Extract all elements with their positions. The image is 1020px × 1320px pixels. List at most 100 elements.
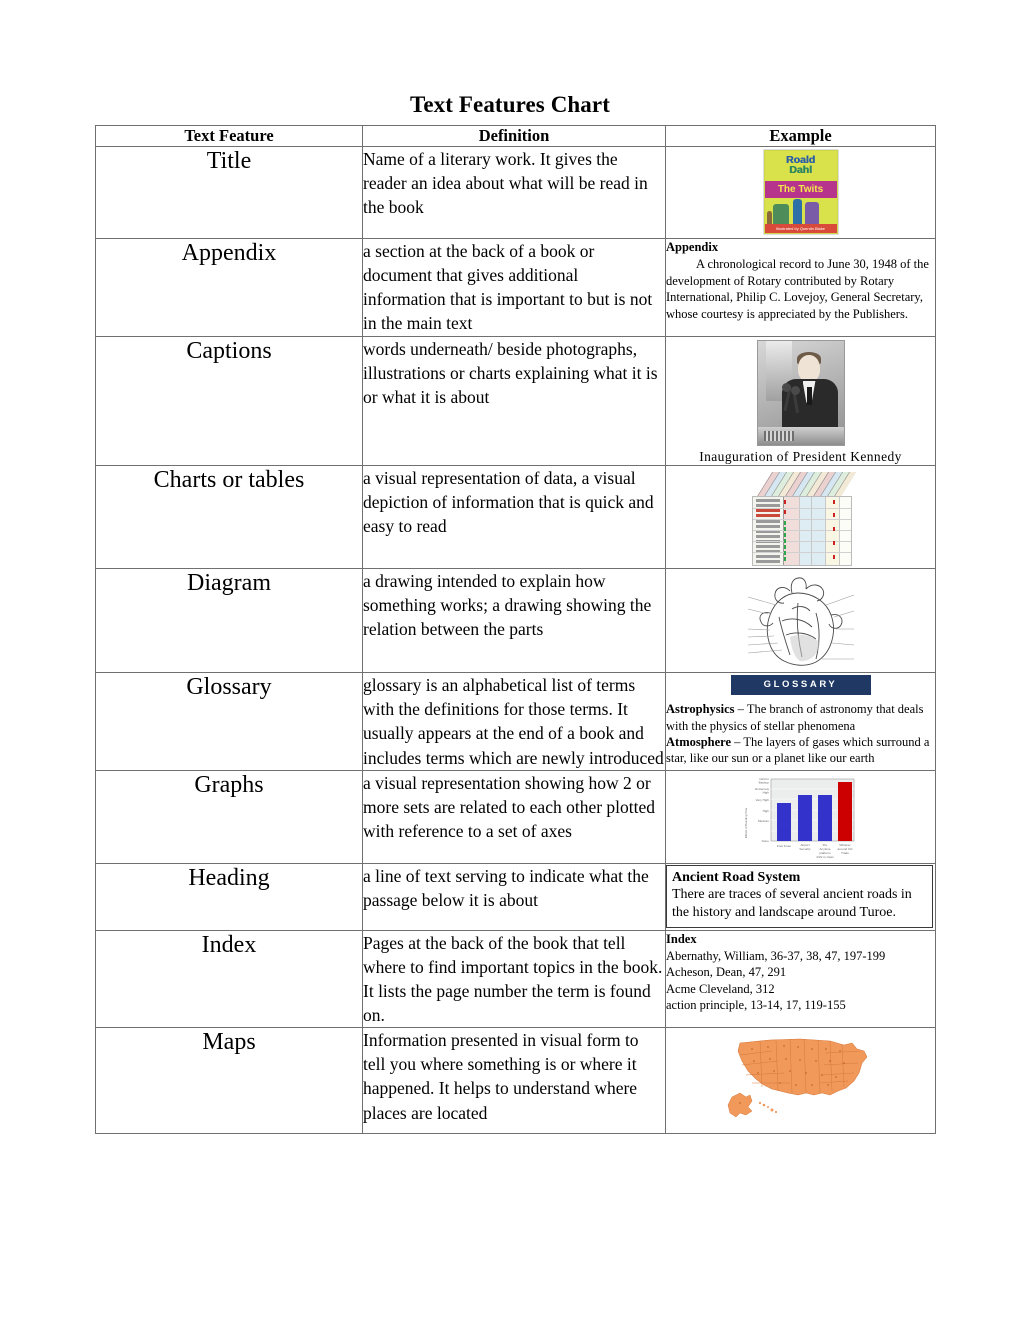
- book-cover-image: Roald Dahl The Twits Illustrated by Quen…: [763, 150, 838, 234]
- status-dot: [783, 527, 786, 531]
- page-title: Text Features Chart: [410, 92, 610, 117]
- status-dot: [832, 527, 835, 531]
- feature-example: Appendix A chronological record to June …: [665, 238, 936, 337]
- status-dot: [783, 510, 786, 514]
- book-title-band: The Twits: [764, 181, 837, 198]
- figure-decor: [772, 204, 789, 224]
- text-features-table: Text Feature Definition Example Title Na…: [95, 125, 936, 1135]
- table-header-row: Text Feature Definition Example: [95, 125, 936, 147]
- book-illustration-figures: [765, 197, 837, 224]
- bar-chart-image: Call for Backup Extremely High Very High…: [744, 777, 854, 859]
- svg-text:Foot Knee: Foot Knee: [776, 844, 791, 848]
- table-row: Maps Information presented in visual for…: [95, 1027, 936, 1135]
- feature-example: Roald Dahl The Twits Illustrated by Quen…: [665, 146, 936, 239]
- chart-y-tick-labels: Call for Backup Extremely High Very High…: [755, 777, 769, 843]
- podium-detail: [757, 426, 844, 445]
- column-header-text-feature: Text Feature: [95, 125, 363, 147]
- bar: [817, 794, 832, 841]
- svg-text:24hr in class: 24hr in class: [816, 855, 834, 859]
- book-author-text: Roald Dahl: [765, 155, 837, 176]
- feature-example: [665, 568, 936, 674]
- svg-text:High: High: [762, 790, 769, 794]
- feature-definition: a line of text serving to indicate what …: [362, 862, 666, 931]
- feature-definition: words underneath/ beside photographs, il…: [362, 335, 666, 467]
- feature-name: Title: [95, 146, 363, 239]
- table-row: Heading a line of text serving to indica…: [95, 862, 936, 931]
- svg-text:Security: Security: [799, 847, 811, 851]
- table-row: Glossary glossary is an alphabetical lis…: [95, 672, 936, 771]
- svg-text:Medium: Medium: [757, 819, 768, 823]
- status-dot: [783, 533, 786, 537]
- heading-example-body: There are traces of several ancient road…: [672, 887, 912, 921]
- angled-column-headers: [755, 472, 856, 499]
- feature-name: Appendix: [95, 238, 363, 337]
- index-entry: Acheson, Dean, 47, 291: [666, 965, 787, 980]
- index-entry: Abernathy, William, 36-37, 38, 47, 197-1…: [666, 948, 886, 963]
- appendix-example-text: A chronological record to June 30, 1948 …: [666, 257, 929, 321]
- map-alaska: [727, 1092, 752, 1118]
- feature-example: [665, 465, 936, 570]
- photo-detail: [806, 386, 812, 405]
- spreadsheet-grid: [751, 496, 852, 567]
- heart-diagram-image: [747, 577, 854, 666]
- feature-definition: Pages at the back of the book that tell …: [362, 929, 666, 1029]
- feature-example: Inauguration of President Kennedy: [665, 335, 936, 467]
- table-row: Charts or tables a visual representation…: [95, 465, 936, 570]
- figure-decor: [804, 202, 819, 224]
- table-row: Captions words underneath/ beside photog…: [95, 335, 936, 467]
- table-row: Diagram a drawing intended to explain ho…: [95, 568, 936, 674]
- glossary-entry: Atmosphere – The layers of gases which s…: [666, 734, 935, 767]
- feature-name: Index: [95, 929, 363, 1029]
- column-header-definition: Definition: [362, 125, 666, 147]
- table-row: Index Pages at the back of the book that…: [95, 929, 936, 1029]
- svg-text:Very High: Very High: [755, 798, 769, 802]
- book-author-line2: Dahl: [789, 164, 812, 176]
- status-markers: [753, 497, 851, 565]
- appendix-example-body: A chronological record to June 30, 1948 …: [666, 256, 935, 322]
- book-illustrator-credit: Illustrated by Quentin Blake: [764, 224, 837, 233]
- status-dot: [783, 521, 786, 525]
- chart-x-tick-labels: Foot Knee Airport Security Pre Anytime p…: [776, 843, 852, 859]
- feature-name: Captions: [95, 335, 363, 467]
- kennedy-photo-image: [756, 339, 845, 446]
- book-title-text: The Twits: [777, 184, 824, 195]
- feature-name: Glossary: [95, 672, 363, 771]
- feature-example: Call for Backup Extremely High Very High…: [665, 769, 936, 864]
- svg-text:High: High: [762, 809, 769, 813]
- status-dot: [832, 500, 835, 504]
- feature-definition: a visual representation of data, a visua…: [362, 465, 666, 570]
- status-dot: [832, 541, 835, 545]
- photo-detail: [797, 354, 820, 382]
- microphone-icon: [781, 382, 791, 392]
- glossary-dash: –: [734, 702, 747, 717]
- status-dot: [832, 513, 835, 517]
- feature-definition: a section at the back of a book or docum…: [362, 238, 666, 337]
- feature-definition: a visual representation showing how 2 or…: [362, 769, 666, 864]
- feature-name: Heading: [95, 862, 363, 931]
- status-dot: [783, 551, 786, 555]
- index-example-heading: Index: [666, 931, 697, 946]
- feature-definition: glossary is an alphabetical list of term…: [362, 672, 666, 771]
- map-city-dot: [738, 1102, 741, 1105]
- column-header-example: Example: [665, 125, 936, 147]
- index-entry: action principle, 13-14, 17, 119-155: [666, 998, 846, 1013]
- status-dot: [783, 500, 786, 504]
- status-dot: [783, 557, 786, 561]
- bar: [837, 781, 852, 841]
- feature-name: Graphs: [95, 769, 363, 864]
- map-states: [737, 1038, 867, 1096]
- spreadsheet-thumbnail-image: [751, 472, 856, 567]
- microphone-icon: [790, 385, 800, 395]
- book-illustrator-text: Illustrated by Quentin Blake: [776, 226, 825, 231]
- glossary-term: Atmosphere: [666, 734, 732, 749]
- heading-example-title: Ancient Road System: [672, 869, 801, 885]
- feature-example: GLOSSARY Astrophysics – The branch of as…: [665, 672, 936, 771]
- feature-name: Diagram: [95, 568, 363, 674]
- glossary-dash: –: [731, 734, 744, 749]
- table-row: Title Name of a literary work. It gives …: [95, 146, 936, 239]
- feature-name: Charts or tables: [95, 465, 363, 570]
- map-hawaii: [758, 1102, 777, 1114]
- feature-definition: Information presented in visual form to …: [362, 1027, 666, 1135]
- glossary-banner: GLOSSARY: [730, 675, 871, 696]
- figure-decor: [792, 199, 802, 224]
